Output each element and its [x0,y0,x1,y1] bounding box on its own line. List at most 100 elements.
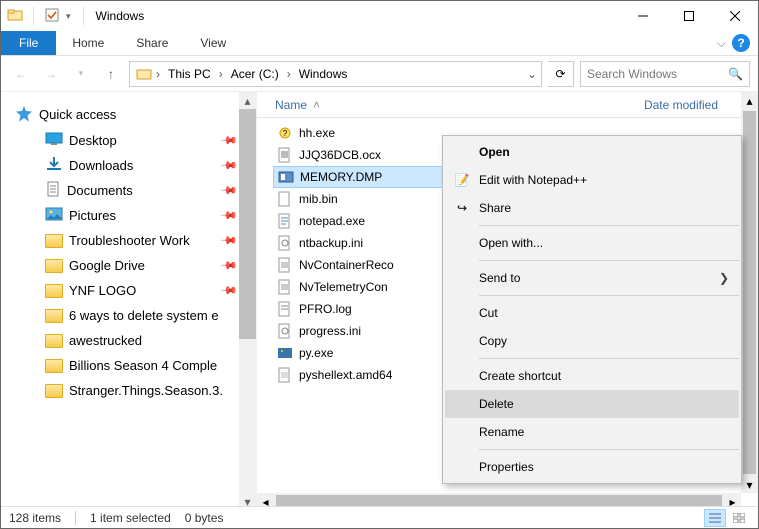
breadcrumb[interactable]: Windows [295,67,352,81]
tab-file[interactable]: File [1,31,56,55]
menu-send-to[interactable]: Send to❯ [445,264,739,292]
properties-quickicon[interactable] [44,7,60,26]
chevron-right-icon[interactable]: › [217,67,225,81]
share-icon: ↪ [453,201,471,215]
sidebar-item-label: 6 ways to delete system e [69,308,219,323]
scroll-up-icon[interactable]: ▴ [239,92,256,109]
status-bar: 128 items 1 item selected 0 bytes [1,506,758,528]
pin-icon: 📌 [220,256,239,275]
search-placeholder: Search Windows [587,67,677,81]
sidebar-item[interactable]: awestrucked [45,328,256,353]
sidebar-item-label: Google Drive [69,258,145,273]
sidebar-item[interactable]: Google Drive 📌 [45,253,256,278]
sidebar-item-label: YNF LOGO [69,283,136,298]
menu-rename[interactable]: Rename [445,418,739,446]
menu-open-with[interactable]: Open with... [445,229,739,257]
sidebar-item[interactable]: Desktop 📌 [45,128,256,153]
sidebar-item[interactable]: 6 ways to delete system e [45,303,256,328]
status-item-count: 128 items [9,511,61,525]
search-icon: 🔍 [728,67,743,81]
folder-icon [7,7,23,26]
maximize-button[interactable] [666,1,712,31]
context-menu: Open 📝Edit with Notepad++ ↪Share Open wi… [442,135,742,484]
breadcrumb[interactable]: This PC [164,67,215,81]
file-name: JJQ36DCB.ocx [299,148,381,162]
pin-icon: 📌 [220,281,239,300]
file-name: mib.bin [299,192,338,206]
file-name: NvTelemetryCon [299,280,388,294]
sidebar-item-label: awestrucked [69,333,142,348]
navigation-pane: Quick access Desktop📌Downloads📌Documents… [1,92,257,510]
folder-icon [45,359,63,373]
nv-icon [277,279,293,295]
file-name: notepad.exe [299,214,365,228]
breadcrumb[interactable]: Acer (C:) [227,67,283,81]
sidebar-item-label: Billions Season 4 Comple [69,358,217,373]
column-headers: Name˄ Date modified [257,92,758,118]
pin-icon: 📌 [220,231,239,250]
address-dropdown-icon[interactable]: ⌄ [523,67,541,81]
sort-indicator-icon: ˄ [313,98,320,112]
address-box[interactable]: › This PC › Acer (C:) › Windows ⌄ [129,61,542,87]
nv-icon [277,257,293,273]
sidebar-item[interactable]: Downloads📌 [45,153,256,178]
chevron-right-icon[interactable]: › [154,67,162,81]
tab-share[interactable]: Share [120,31,184,55]
sidebar-item[interactable]: Stranger.Things.Season.3. [45,378,256,403]
sidebar-item[interactable]: Billions Season 4 Comple [45,353,256,378]
back-button[interactable]: ← [9,62,33,86]
recent-dropdown[interactable]: ▾ [69,62,93,86]
sidebar-item[interactable]: Pictures📌 [45,203,256,228]
svg-text:?: ? [283,129,288,138]
menu-delete[interactable]: Delete [445,390,739,418]
file-name: progress.ini [299,324,361,338]
sidebar-item[interactable]: Documents 📌 [45,178,256,203]
menu-create-shortcut[interactable]: Create shortcut [445,362,739,390]
view-icons-button[interactable] [728,509,750,527]
menu-copy[interactable]: Copy [445,327,739,355]
titlebar: ▾ Windows [1,1,758,31]
pin-icon: 📌 [220,181,239,200]
close-button[interactable] [712,1,758,31]
sidebar-quick-access[interactable]: Quick access [15,100,256,128]
view-details-button[interactable] [704,509,726,527]
search-input[interactable]: Search Windows 🔍 [580,61,750,87]
forward-button[interactable]: → [39,62,63,86]
star-icon [15,105,33,123]
folder-icon [45,309,63,323]
vertical-scrollbar[interactable]: ▴▾ [741,92,758,493]
sidebar-item-label: Desktop [69,133,117,148]
window-title: Windows [96,9,145,23]
tab-home[interactable]: Home [56,31,120,55]
column-name[interactable]: Name˄ [257,98,417,112]
menu-properties[interactable]: Properties [445,453,739,481]
refresh-button[interactable]: ⟳ [548,61,574,87]
folder-icon [45,259,63,273]
menu-cut[interactable]: Cut [445,299,739,327]
help-button[interactable]: ? [732,34,750,52]
status-selected-count: 1 item selected [90,511,171,525]
menu-open[interactable]: Open [445,138,739,166]
qat-dropdown-icon[interactable]: ▾ [64,11,73,22]
file-name: MEMORY.DMP [300,170,382,184]
help-exe-icon: ? [277,125,293,141]
menu-share[interactable]: ↪Share [445,194,739,222]
file-name: NvContainerReco [299,258,394,272]
ribbon-expand-icon[interactable]: ⌵ [717,36,726,51]
file-name: hh.exe [299,126,335,140]
sidebar-scrollbar[interactable]: ▴ ▾ [239,92,256,510]
pin-icon: 📌 [220,131,239,150]
sidebar-item-label: Pictures [69,208,116,223]
file-name: py.exe [299,346,333,360]
minimize-button[interactable] [620,1,666,31]
sidebar-item-label: Documents [67,183,133,198]
sidebar-item[interactable]: Troubleshooter Work 📌 [45,228,256,253]
chevron-right-icon[interactable]: › [285,67,293,81]
tab-view[interactable]: View [184,31,242,55]
file-name: ntbackup.ini [299,236,363,250]
sidebar-item-label: Stranger.Things.Season.3. [69,383,223,398]
menu-edit-notepadpp[interactable]: 📝Edit with Notepad++ [445,166,739,194]
up-button[interactable]: ↑ [99,62,123,86]
sidebar-item-label: Troubleshooter Work [69,233,190,248]
sidebar-item[interactable]: YNF LOGO 📌 [45,278,256,303]
